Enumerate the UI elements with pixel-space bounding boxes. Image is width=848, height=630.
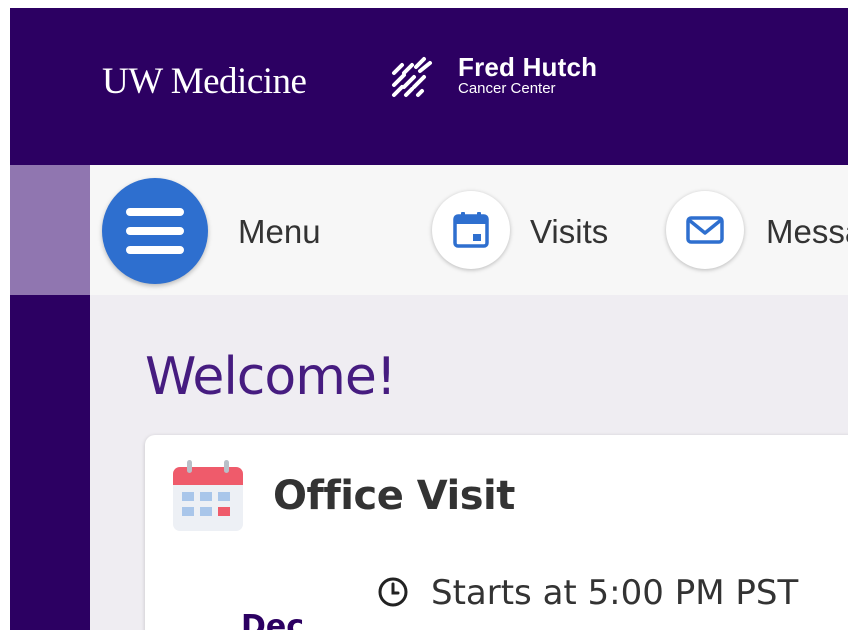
visit-month: Dec — [241, 609, 305, 630]
hamburger-icon — [126, 208, 184, 216]
visits-button[interactable] — [432, 191, 510, 269]
left-rail — [10, 295, 90, 630]
calendar-icon — [173, 460, 243, 531]
menu-button[interactable] — [102, 178, 208, 284]
fred-hutch-logo-icon — [392, 57, 432, 97]
envelope-icon — [686, 216, 724, 244]
left-rail-highlight — [10, 165, 90, 295]
visit-card[interactable]: Office Visit Starts at 5:00 PM PST Dec — [145, 435, 848, 630]
visits-label[interactable]: Visits — [530, 213, 608, 251]
visit-time: Starts at 5:00 PM PST — [431, 573, 799, 613]
messages-label[interactable]: Messa — [766, 213, 848, 251]
clock-icon — [378, 577, 408, 607]
top-header: UW Medicine Fred Hutch Cancer Center — [10, 8, 848, 165]
fred-hutch-title: Fred Hutch — [458, 52, 598, 82]
app-frame: UW Medicine Fred Hutch Cancer Center Men… — [10, 8, 848, 630]
hamburger-icon-bar — [126, 227, 184, 235]
menu-label[interactable]: Menu — [238, 213, 321, 251]
hamburger-icon-bar — [126, 246, 184, 254]
visit-title: Office Visit — [273, 473, 515, 519]
uw-medicine-logo[interactable]: UW Medicine — [102, 60, 307, 103]
fred-hutch-subtitle: Cancer Center — [458, 80, 556, 97]
main-content: Welcome! Office Visit Starts at 5:00 PM … — [90, 295, 848, 630]
fred-hutch-logo[interactable]: Fred Hutch Cancer Center — [458, 53, 597, 97]
calendar-icon — [453, 212, 489, 248]
page-title: Welcome! — [145, 347, 397, 407]
nav-bar: Menu Visits Messa — [90, 165, 848, 295]
messages-button[interactable] — [666, 191, 744, 269]
